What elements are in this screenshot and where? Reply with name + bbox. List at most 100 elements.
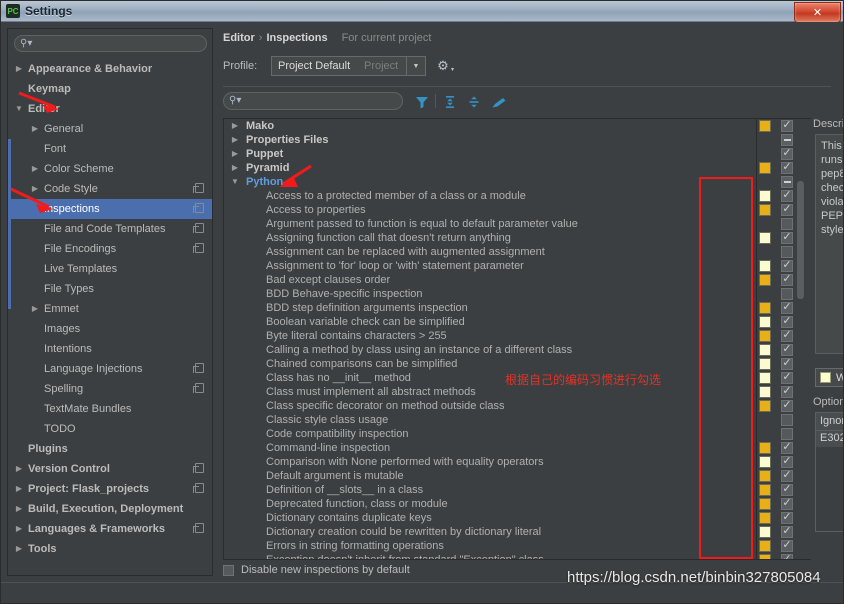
severity-swatch[interactable] [759, 260, 771, 272]
copy-settings-icon[interactable] [193, 183, 204, 193]
sidebar-item-file-and-code-templates[interactable]: File and Code Templates [8, 219, 212, 239]
inspection-enabled-checkbox[interactable]: ✓ [781, 231, 793, 244]
sidebar-item-general[interactable]: ▶ General [8, 119, 212, 139]
inspection-enabled-checkbox[interactable] [781, 218, 793, 230]
copy-settings-icon[interactable] [193, 523, 204, 533]
severity-swatch[interactable] [759, 512, 771, 524]
chevron-right-icon[interactable]: ▶ [30, 119, 40, 139]
copy-settings-icon[interactable] [193, 243, 204, 253]
sidebar-item-intentions[interactable]: Intentions [8, 339, 212, 359]
inspection-item-row[interactable]: Dictionary contains duplicate keys [224, 511, 756, 525]
inspection-group-row[interactable]: ▼ Python [224, 175, 756, 189]
inspection-item-row[interactable]: Argument passed to function is equal to … [224, 217, 756, 231]
inspection-enabled-checkbox[interactable] [781, 414, 793, 426]
inspection-enabled-checkbox[interactable]: ✓ [781, 371, 793, 384]
inspection-enabled-checkbox[interactable] [781, 134, 793, 146]
copy-settings-icon[interactable] [193, 363, 204, 373]
inspection-enabled-checkbox[interactable]: ✓ [781, 455, 793, 468]
sidebar-search-input[interactable]: ⚲▾ [14, 35, 207, 52]
inspection-enabled-checkbox[interactable]: ✓ [781, 119, 793, 132]
sidebar-item-file-types[interactable]: File Types [8, 279, 212, 299]
chevron-right-icon[interactable]: ▶ [230, 133, 240, 147]
inspection-item-row[interactable]: Class has no __init__ method [224, 371, 756, 385]
sidebar-item-code-style[interactable]: ▶ Code Style [8, 179, 212, 199]
sidebar-item-keymap[interactable]: Keymap [8, 79, 212, 99]
severity-swatch[interactable] [759, 442, 771, 454]
severity-swatch[interactable] [759, 330, 771, 342]
chevron-right-icon[interactable]: ▶ [30, 299, 40, 319]
inspection-item-row[interactable]: Assignment can be replaced with augmente… [224, 245, 756, 259]
gear-icon[interactable]: ⚙ ▾ [435, 58, 454, 74]
copy-settings-icon[interactable] [193, 483, 204, 493]
severity-swatch[interactable] [759, 456, 771, 468]
inspection-item-row[interactable]: Definition of __slots__ in a class [224, 483, 756, 497]
severity-swatch[interactable] [759, 162, 771, 174]
severity-swatch[interactable] [759, 120, 771, 132]
inspection-item-row[interactable]: Class specific decorator on method outsi… [224, 399, 756, 413]
inspection-item-row[interactable]: Chained comparisons can be simplified [224, 357, 756, 371]
filter-icon[interactable] [413, 93, 431, 110]
severity-swatch[interactable] [759, 526, 771, 538]
inspection-item-row[interactable]: Exception doesn't inherit from standard … [224, 553, 756, 559]
chevron-right-icon[interactable]: ▶ [230, 147, 240, 161]
chevron-right-icon[interactable]: ▶ [14, 59, 24, 79]
inspection-item-row[interactable]: Default argument is mutable [224, 469, 756, 483]
sidebar-item-project-flask-projects[interactable]: ▶ Project: Flask_projects [8, 479, 212, 499]
sidebar-item-languages-frameworks[interactable]: ▶ Languages & Frameworks [8, 519, 212, 539]
severity-swatch[interactable] [759, 302, 771, 314]
inspection-item-row[interactable]: BDD Behave-specific inspection [224, 287, 756, 301]
inspection-enabled-checkbox[interactable]: ✓ [781, 301, 793, 314]
inspection-enabled-checkbox[interactable] [781, 428, 793, 440]
inspection-enabled-checkbox[interactable]: ✓ [781, 469, 793, 482]
inspection-item-row[interactable]: Assigning function call that doesn't ret… [224, 231, 756, 245]
severity-swatch[interactable] [759, 498, 771, 510]
inspection-enabled-checkbox[interactable]: ✓ [781, 525, 793, 538]
inspection-group-row[interactable]: ▶ Pyramid [224, 161, 756, 175]
chevron-down-icon[interactable]: ▼ [230, 175, 240, 189]
sidebar-item-emmet[interactable]: ▶ Emmet [8, 299, 212, 319]
inspection-item-row[interactable]: BDD step definition arguments inspection [224, 301, 756, 315]
inspection-enabled-checkbox[interactable]: ✓ [781, 497, 793, 510]
sidebar-item-spelling[interactable]: Spelling [8, 379, 212, 399]
severity-swatch[interactable] [759, 204, 771, 216]
inspection-enabled-checkbox[interactable] [781, 176, 793, 188]
severity-swatch[interactable] [759, 470, 771, 482]
inspection-enabled-checkbox[interactable]: ✓ [781, 553, 793, 559]
severity-swatch[interactable] [759, 372, 771, 384]
inspection-item-row[interactable]: Classic style class usage [224, 413, 756, 427]
sidebar-item-todo[interactable]: TODO [8, 419, 212, 439]
severity-swatch[interactable] [759, 554, 771, 559]
chevron-right-icon[interactable]: ▶ [30, 179, 40, 199]
chevron-right-icon[interactable]: ▶ [14, 519, 24, 539]
close-button[interactable]: ✕ [794, 2, 841, 23]
sidebar-item-file-encodings[interactable]: File Encodings [8, 239, 212, 259]
inspection-enabled-checkbox[interactable]: ✓ [781, 161, 793, 174]
sidebar-item-inspections[interactable]: Inspections [8, 199, 212, 219]
table-row[interactable]: E302 [816, 431, 843, 447]
severity-combobox[interactable]: Weak Warning [815, 368, 843, 387]
sidebar-item-font[interactable]: Font [8, 139, 212, 159]
inspection-group-row[interactable]: ▶ Mako [224, 119, 756, 133]
sidebar-item-color-scheme[interactable]: ▶ Color Scheme [8, 159, 212, 179]
chevron-down-icon[interactable]: ▼ [14, 99, 24, 119]
breadcrumb-root[interactable]: Editor [223, 32, 255, 44]
inspection-item-row[interactable]: Assignment to 'for' loop or 'with' state… [224, 259, 756, 273]
collapse-all-icon[interactable] [465, 93, 483, 110]
sidebar-item-images[interactable]: Images [8, 319, 212, 339]
inspection-enabled-checkbox[interactable]: ✓ [781, 189, 793, 202]
inspection-item-row[interactable]: Comparison with None performed with equa… [224, 455, 756, 469]
inspection-enabled-checkbox[interactable]: ✓ [781, 399, 793, 412]
inspection-enabled-checkbox[interactable]: ✓ [781, 385, 793, 398]
expand-all-icon[interactable] [441, 93, 459, 110]
chevron-right-icon[interactable]: ▶ [14, 499, 24, 519]
inspection-group-row[interactable]: ▶ Puppet [224, 147, 756, 161]
inspection-enabled-checkbox[interactable]: ✓ [781, 315, 793, 328]
sidebar-item-appearance-behavior[interactable]: ▶ Appearance & Behavior [8, 59, 212, 79]
inspections-scrollbar[interactable] [797, 119, 804, 559]
inspection-item-row[interactable]: Errors in string formatting operations [224, 539, 756, 553]
inspection-search-input[interactable]: ⚲▾ [223, 92, 403, 110]
inspection-enabled-checkbox[interactable]: ✓ [781, 203, 793, 216]
inspection-enabled-checkbox[interactable]: ✓ [781, 147, 793, 160]
severity-swatch[interactable] [759, 316, 771, 328]
inspection-item-row[interactable]: Dictionary creation could be rewritten b… [224, 525, 756, 539]
